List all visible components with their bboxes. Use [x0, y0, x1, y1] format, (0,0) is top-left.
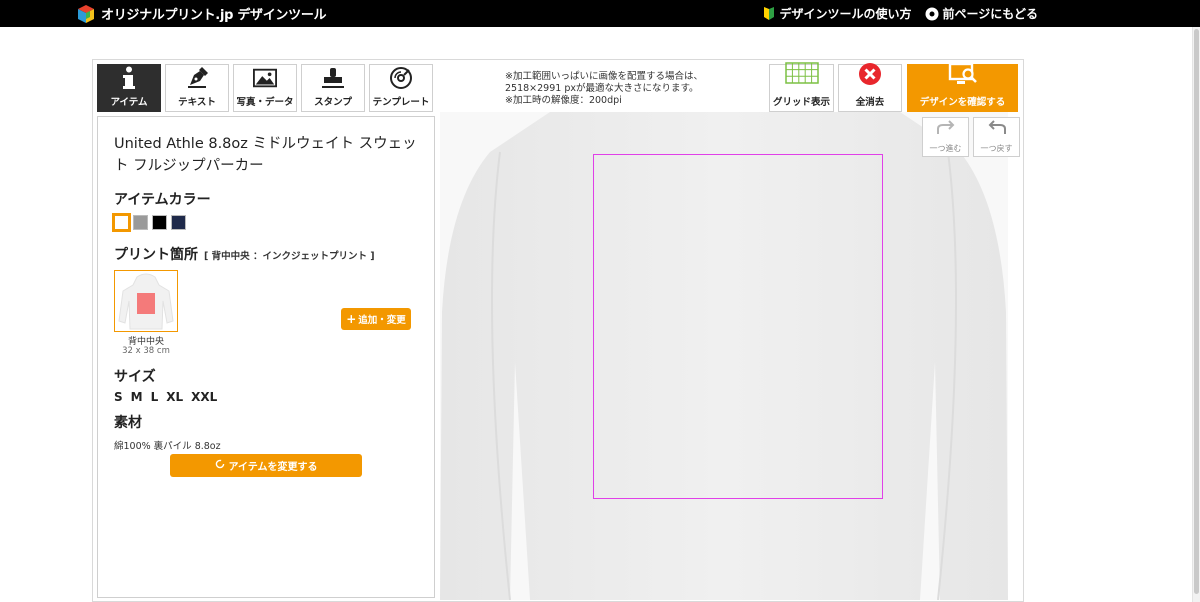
- grid-icon: [784, 62, 819, 88]
- undo-arrow-icon: [986, 120, 1008, 142]
- add-change-label: 追加・変更: [358, 315, 406, 326]
- material-heading: 素材: [114, 415, 142, 431]
- item-panel: United Athle 8.8oz ミドルウェイト スウェット フルジップパー…: [97, 116, 435, 598]
- print-location-size: 32 x 38 cm: [122, 346, 170, 356]
- back-circle-icon: [925, 7, 939, 21]
- size-option: XXL: [191, 390, 218, 404]
- change-item-label: アイテムを変更する: [228, 462, 318, 473]
- print-location-heading: プリント箇所: [114, 247, 198, 263]
- tab-stamp[interactable]: スタンプ: [301, 64, 365, 112]
- clear-all-label: 全消去: [855, 97, 885, 108]
- clear-all-button[interactable]: 全消去: [838, 62, 902, 112]
- undo-button[interactable]: 一つ戻す: [973, 117, 1020, 157]
- disc-icon: [389, 66, 413, 90]
- hoodie-back-thumbnail-icon: [118, 273, 174, 330]
- how-to-use-link[interactable]: デザインツールの使い方: [762, 5, 911, 22]
- scrollbar-thumb[interactable]: [1194, 29, 1199, 594]
- tab-text[interactable]: テキスト: [165, 64, 229, 112]
- tab-stamp-label: スタンプ: [314, 97, 352, 108]
- material-text: 綿100% 裏パイル 8.8oz: [114, 441, 221, 452]
- change-item-button[interactable]: アイテムを変更する: [170, 454, 362, 477]
- color-swatch-gray[interactable]: [133, 215, 148, 230]
- beginner-leaf-icon: [762, 6, 776, 21]
- back-label: 前ページにもどる: [942, 7, 1038, 21]
- tab-template-label: テンプレート: [372, 97, 430, 108]
- size-option: L: [150, 390, 159, 404]
- undo-label: 一つ戻す: [980, 144, 1013, 153]
- pen-icon: [185, 66, 209, 90]
- back-link[interactable]: 前ページにもどる: [925, 5, 1038, 22]
- print-area-guide: [593, 154, 883, 499]
- print-location-sub: [ 背中中央 ：インクジェットプリント ]: [204, 251, 375, 262]
- image-icon: [253, 66, 277, 90]
- tab-photo-data[interactable]: 写真・データ: [233, 64, 297, 112]
- tab-text-label: テキスト: [178, 97, 216, 108]
- color-swatch-black[interactable]: [152, 215, 167, 230]
- item-title: United Athle 8.8oz ミドルウェイト スウェット フルジップパー…: [114, 136, 417, 174]
- size-option: S: [114, 390, 123, 404]
- clear-x-icon: [858, 62, 882, 90]
- info-icon: [117, 66, 141, 90]
- cube-logo-icon: [76, 4, 96, 24]
- top-bar: オリジナルプリント.jp デザインツール デザインツールの使い方 前ページにもど…: [0, 0, 1200, 27]
- tab-photo-label: 写真・データ: [236, 97, 294, 108]
- size-list: S M L XL XXL: [114, 390, 418, 404]
- grid-toggle-button[interactable]: グリッド表示: [769, 62, 834, 112]
- confirm-design-button[interactable]: デザインを確認する: [907, 62, 1018, 112]
- size-option: M: [130, 390, 143, 404]
- confirm-design-label: デザインを確認する: [919, 97, 1006, 108]
- color-swatches: [112, 213, 418, 232]
- size-heading: サイズ: [114, 369, 156, 385]
- plus-icon: +: [346, 312, 357, 326]
- color-swatch-white[interactable]: [112, 213, 131, 232]
- color-swatch-navy[interactable]: [171, 215, 186, 230]
- tab-item[interactable]: アイテム: [97, 64, 161, 112]
- size-option: XL: [166, 390, 184, 404]
- how-to-use-label: デザインツールの使い方: [779, 7, 912, 21]
- brand-logo[interactable]: オリジナルプリント.jp デザインツール: [76, 3, 327, 24]
- notice-line: ※加工範囲いっぱいに画像を配置する場合は、: [505, 71, 703, 82]
- stamp-icon: [321, 66, 345, 90]
- print-location-area: 背中中央 32 x 38 cm + 追加・変更: [114, 270, 418, 362]
- redo-button[interactable]: 一つ進む: [922, 117, 969, 157]
- item-color-heading: アイテムカラー: [114, 192, 211, 208]
- tab-template[interactable]: テンプレート: [369, 64, 433, 112]
- print-location-thumbnail[interactable]: [114, 270, 178, 332]
- monitor-search-icon: [948, 62, 978, 90]
- refresh-icon: [215, 459, 225, 472]
- notice-line: 2518×2991 pxが最適な大きさになります。: [505, 83, 699, 94]
- tab-item-label: アイテム: [110, 97, 148, 108]
- grid-label: グリッド表示: [772, 97, 830, 108]
- tool-tabs: アイテム テキスト 写真・データ スタンプ テンプレート: [97, 64, 433, 112]
- add-change-button[interactable]: + 追加・変更: [341, 308, 411, 330]
- page-scrollbar[interactable]: [1192, 27, 1200, 602]
- brand-text: オリジナルプリント.jp デザインツール: [101, 8, 327, 23]
- redo-label: 一つ進む: [929, 144, 962, 153]
- redo-arrow-icon: [935, 120, 957, 142]
- notice-line: ※加工時の解像度：200dpi: [505, 95, 622, 106]
- resolution-notice: ※加工範囲いっぱいに画像を配置する場合は、 2518×2991 pxが最適な大き…: [505, 71, 703, 107]
